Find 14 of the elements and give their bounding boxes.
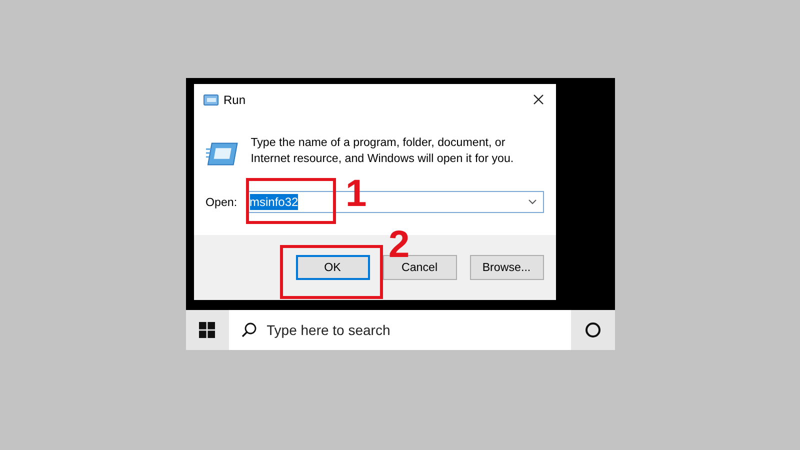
open-label: Open: [206, 196, 238, 208]
start-button-icon [199, 322, 215, 338]
run-icon [202, 94, 218, 106]
window-title: Run [224, 92, 247, 106]
search-icon [240, 322, 256, 338]
field-value: msinfo32 [250, 194, 298, 210]
instruction-text: Type the name of a program, folder, document, or Internet resource, and Windows will open it for you. [250, 135, 515, 167]
dialog-button[interactable]: Browse... [470, 255, 544, 280]
dialog-button[interactable]: OK [296, 255, 370, 280]
circle-icon [584, 322, 600, 338]
dropdown-chevron-icon [528, 199, 536, 205]
close-icon [533, 94, 544, 105]
search-field[interactable]: Type here to search [228, 310, 570, 350]
run-program-icon [206, 140, 239, 168]
